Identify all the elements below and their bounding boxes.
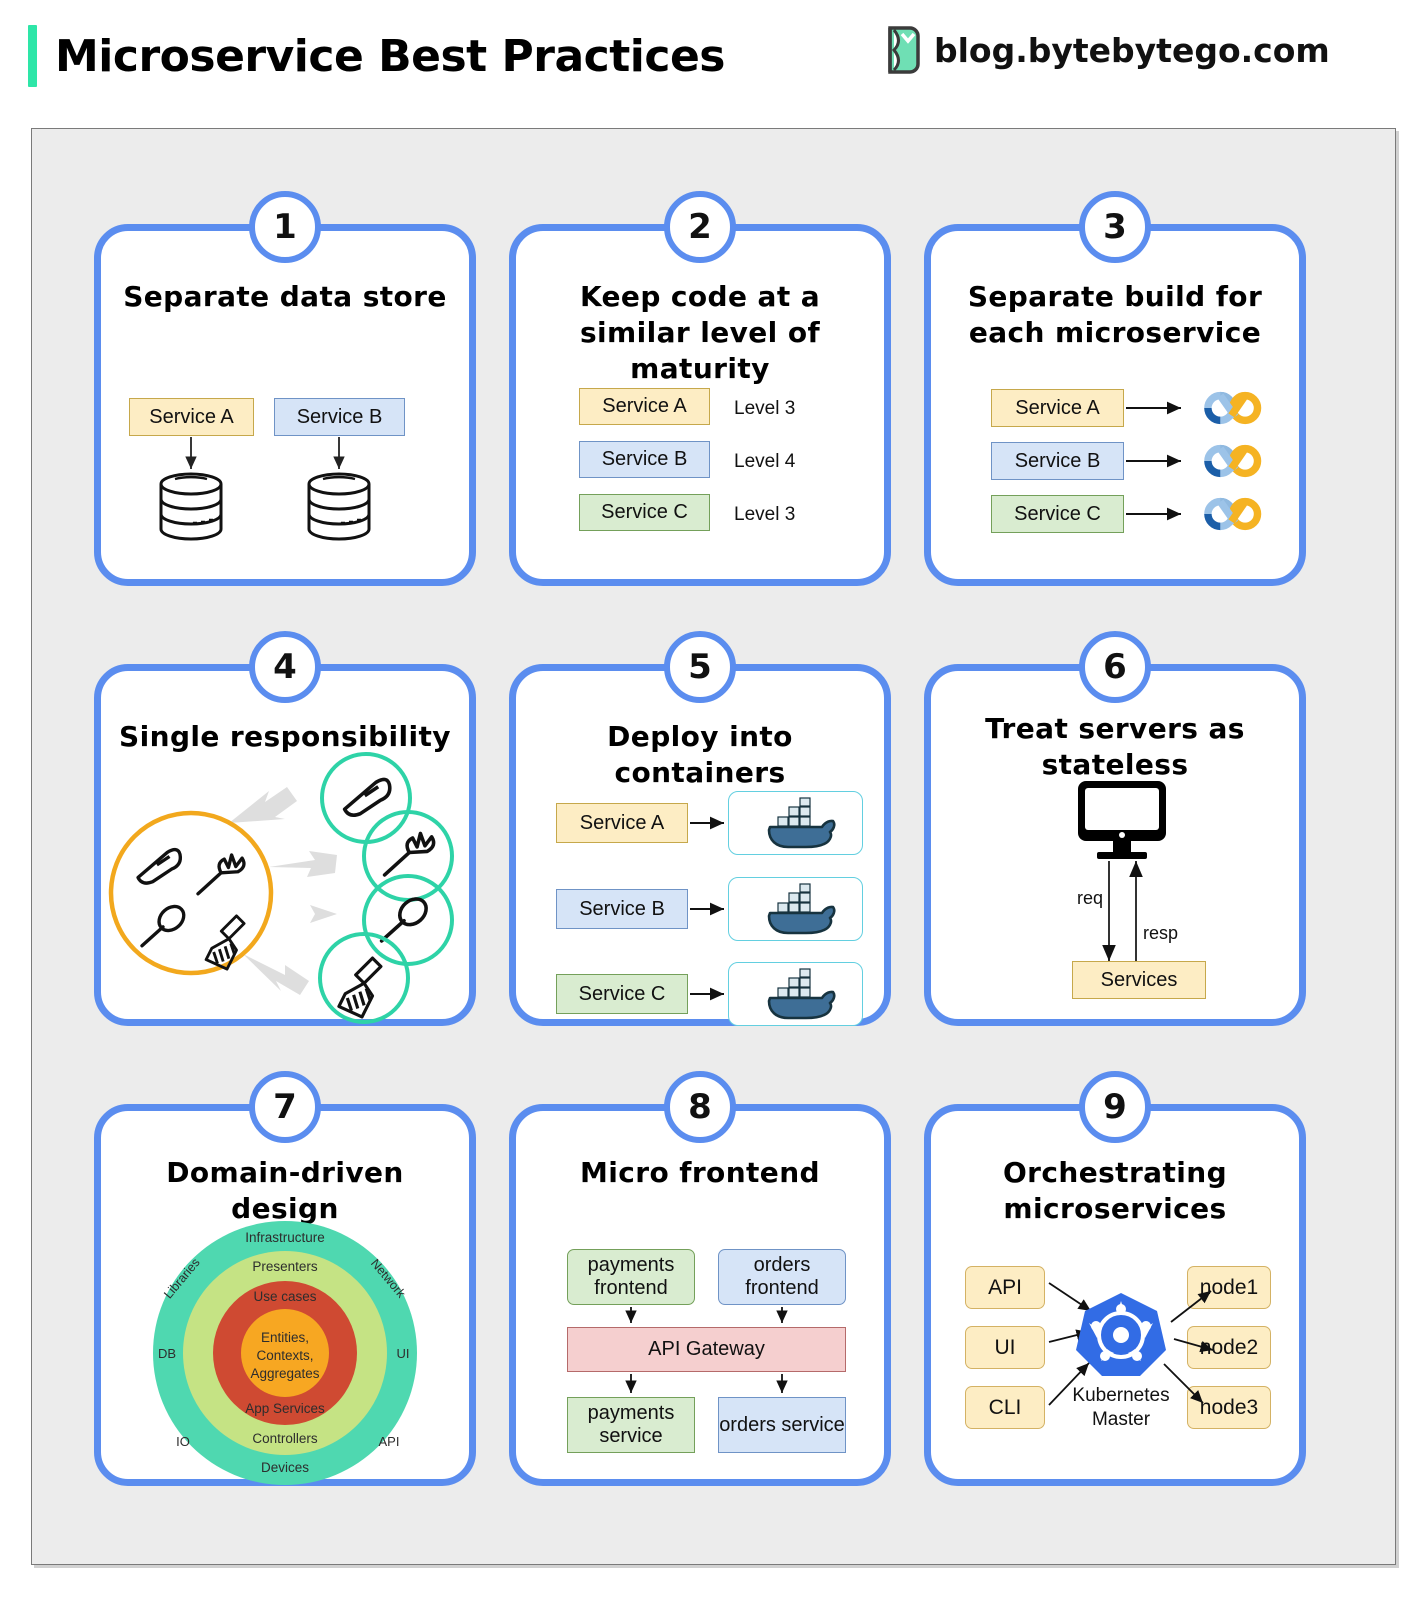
card-3-diagram [1126,231,1313,593]
service-a-level: Level 3 [734,398,796,419]
card-4[interactable]: 4 Single responsibility [94,631,476,1026]
card-5-arrows [690,816,724,1001]
card-5[interactable]: 5 Deploy into containers Service A Servi… [509,631,891,1026]
card-8-arrows [625,1307,788,1393]
card-4-number: 4 [249,631,321,703]
req-label: req [1077,888,1103,908]
knife-icon [342,777,392,817]
infographic-frame: 1 Separate data store Service A Service … [31,128,1396,1565]
resp-label: resp [1143,923,1178,943]
kubernetes-master-label-1: Kubernetes [1072,1385,1169,1406]
source-ring [108,810,274,976]
services-box[interactable]: Services [1072,961,1206,999]
label-api: API [379,1434,400,1449]
database-cylinder-icon [159,472,223,541]
service-c-level: Level 3 [734,504,796,525]
target-ring [320,752,412,844]
card-6[interactable]: 6 Treat servers as stateless req resp Se… [924,631,1306,1026]
label-entities-2: Contexts, [256,1348,313,1363]
fork-icon [382,831,436,877]
card-9-number: 9 [1079,1071,1151,1143]
spoon-icon [140,899,191,948]
label-presenters: Presenters [252,1259,318,1274]
brand-url: blog.bytebytego.com [934,30,1330,70]
card-9-diagram: Kubernetes Master [1048,1282,1214,1430]
card-2-title: Keep code at a similar level of maturity [579,280,821,385]
card-8-number: 8 [664,1071,736,1143]
spoon-icon [379,891,434,943]
label-io: IO [176,1434,190,1449]
card-2-number: 2 [664,191,736,263]
bytebytego-logo-icon [888,26,920,74]
card-1-number: 1 [249,191,321,263]
service-b-box[interactable]: Service B [579,441,710,478]
target-ring [362,874,454,966]
label-controllers: Controllers [252,1431,318,1446]
knife-icon [136,847,183,885]
fork-icon [196,853,246,896]
label-infrastructure: Infrastructure [245,1230,325,1245]
database-cylinder-icon [307,472,371,541]
card-3-number: 3 [1079,191,1151,263]
cards-grid: 1 Separate data store Service A Service … [32,129,1395,1564]
card-6-number: 6 [1079,631,1151,703]
service-b-level: Level 4 [734,451,796,472]
service-c-box[interactable]: Service C [579,494,710,531]
card-7[interactable]: 7 Domain-driven design Infrastructure Pr… [94,1071,476,1486]
card-3[interactable]: 3 Separate build for each microservice S… [924,191,1306,586]
card-5-number: 5 [664,631,736,703]
card-1[interactable]: 1 Separate data store Service A Service … [94,191,476,586]
card-2[interactable]: 2 Keep code at a similar level of maturi… [509,191,891,586]
card-7-number: 7 [249,1071,321,1143]
label-app-services: App Services [245,1401,325,1416]
broom-icon [337,956,383,1019]
broom-icon [204,914,246,971]
label-entities-1: Entities, [261,1330,309,1345]
label-db: DB [158,1346,176,1361]
card-9[interactable]: 9 Orchestrating microservices API UI CLI… [924,1071,1306,1486]
cicd-infinity-icon [1208,396,1258,421]
label-ui: UI [397,1346,410,1361]
kubernetes-master-label-2: Master [1092,1409,1151,1430]
title-accent-bar [28,25,37,87]
label-entities-3: Aggregates [250,1366,319,1381]
ddd-onion-diagram: Infrastructure Presenters Use cases Enti… [153,1221,417,1485]
card-1-diagram [159,437,371,541]
card-8[interactable]: 8 Micro frontend payments frontend order… [509,1071,891,1486]
cicd-infinity-icon [1208,449,1258,474]
monitor-icon [1078,781,1166,859]
target-ring [318,932,410,1024]
page-title: Microservice Best Practices [55,30,725,82]
service-a-box[interactable]: Service A [579,388,710,425]
page-header: Microservice Best Practices blog.bytebyt… [0,0,1427,112]
card-4-diagram [108,752,454,1024]
cicd-infinity-icon [1208,502,1258,527]
label-devices: Devices [261,1460,309,1475]
label-use-cases: Use cases [253,1289,316,1304]
brand: blog.bytebytego.com [884,24,1330,76]
